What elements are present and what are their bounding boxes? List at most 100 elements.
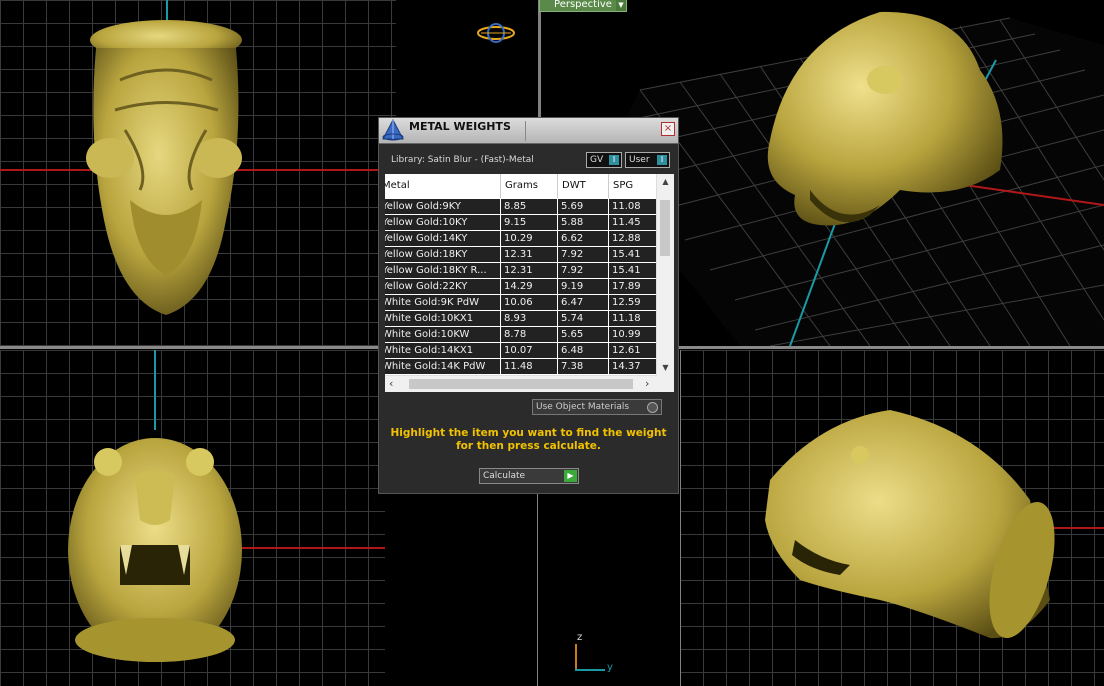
cell-grams: 8.78 <box>501 327 558 342</box>
chevron-down-icon[interactable]: ▼ <box>616 0 626 11</box>
lion-model-front[interactable] <box>0 0 396 346</box>
orbit-gizmo-icon[interactable] <box>475 22 517 44</box>
cell-dwt: 7.92 <box>558 247 609 262</box>
cell-dwt: 9.19 <box>558 279 609 294</box>
cell-grams: 8.93 <box>501 311 558 326</box>
cell-metal: Yellow Gold:18KY R... <box>385 263 501 278</box>
cell-metal: White Gold:10KX1 <box>385 311 501 326</box>
cell-spg: 14.37 <box>609 359 657 374</box>
scroll-down-icon[interactable]: ▼ <box>657 363 674 372</box>
table-body: Yellow Gold:9KY 8.85 5.69 11.08 Yellow Gold:… <box>385 199 657 375</box>
column-header-spg[interactable]: SPG <box>609 174 657 198</box>
table-row[interactable]: White Gold:10KX1 8.93 5.74 11.18 <box>385 311 657 327</box>
cell-dwt: 5.74 <box>558 311 609 326</box>
cell-metal: White Gold:14KX1 <box>385 343 501 358</box>
toggle-knob-icon: I <box>609 155 619 165</box>
table-row[interactable]: White Gold:14KX1 10.07 6.48 12.61 <box>385 343 657 359</box>
title-separator <box>525 121 526 141</box>
column-header-metal[interactable]: Metal <box>385 174 501 198</box>
viewport-top[interactable] <box>0 350 385 686</box>
cell-dwt: 7.38 <box>558 359 609 374</box>
cell-grams: 10.07 <box>501 343 558 358</box>
cell-spg: 12.61 <box>609 343 657 358</box>
table-row[interactable]: Yellow Gold:9KY 8.85 5.69 11.08 <box>385 199 657 215</box>
scroll-right-icon[interactable]: › <box>645 376 649 392</box>
library-label: Library: Satin Blur - (Fast)-Metal <box>391 155 534 165</box>
calculate-button[interactable]: Calculate ▶ <box>479 468 579 484</box>
cell-grams: 10.29 <box>501 231 558 246</box>
user-toggle-label: User <box>629 155 650 165</box>
column-header-dwt[interactable]: DWT <box>558 174 609 198</box>
cell-dwt: 6.62 <box>558 231 609 246</box>
instruction-text: Highlight the item you want to find the … <box>379 427 678 453</box>
table-row[interactable]: White Gold:9K PdW 10.06 6.47 12.59 <box>385 295 657 311</box>
gv-toggle-label: GV <box>590 155 604 165</box>
cell-spg: 12.59 <box>609 295 657 310</box>
cell-dwt: 5.69 <box>558 199 609 214</box>
viewport-label-tab[interactable]: Perspective <box>539 0 627 12</box>
cell-dwt: 7.92 <box>558 263 609 278</box>
cell-dwt: 6.47 <box>558 295 609 310</box>
cell-metal: White Gold:9K PdW <box>385 295 501 310</box>
vertical-scroll-thumb[interactable] <box>660 200 670 256</box>
dialog-title: METAL WEIGHTS <box>409 120 511 133</box>
cell-dwt: 5.65 <box>558 327 609 342</box>
play-arrow-icon: ▶ <box>564 470 577 482</box>
axis-gizmo: z y <box>573 632 613 674</box>
cell-dwt: 6.48 <box>558 343 609 358</box>
cell-grams: 9.15 <box>501 215 558 230</box>
cell-grams: 10.06 <box>501 295 558 310</box>
cell-grams: 12.31 <box>501 247 558 262</box>
cell-spg: 15.41 <box>609 263 657 278</box>
cell-spg: 15.41 <box>609 247 657 262</box>
lion-model-top[interactable] <box>0 350 385 686</box>
instruction-line-2: for then press calculate. <box>456 440 601 452</box>
viewport-right[interactable] <box>680 350 1104 686</box>
axis-y-label: y <box>607 662 613 673</box>
table-row[interactable]: Yellow Gold:14KY 10.29 6.62 12.88 <box>385 231 657 247</box>
scroll-up-icon[interactable]: ▲ <box>657 177 674 186</box>
table-row[interactable]: Yellow Gold:10KY 9.15 5.88 11.45 <box>385 215 657 231</box>
viewport-label: Perspective <box>554 0 612 10</box>
cell-grams: 8.85 <box>501 199 558 214</box>
cell-metal: Yellow Gold:14KY <box>385 231 501 246</box>
close-button[interactable]: × <box>661 122 675 136</box>
scroll-left-icon[interactable]: ‹ <box>389 376 393 392</box>
cell-metal: Yellow Gold:18KY <box>385 247 501 262</box>
gv-toggle[interactable]: GV I <box>586 152 622 168</box>
cell-grams: 14.29 <box>501 279 558 294</box>
cell-spg: 12.88 <box>609 231 657 246</box>
cell-metal: Yellow Gold:10KY <box>385 215 501 230</box>
user-toggle[interactable]: User I <box>625 152 670 168</box>
table-header: Metal Grams DWT SPG <box>385 174 657 198</box>
use-object-materials-label: Use Object Materials <box>536 402 630 412</box>
use-object-materials-option[interactable]: Use Object Materials <box>532 399 662 415</box>
viewport-gap: z y <box>385 494 680 686</box>
horizontal-scrollbar[interactable]: ‹ › <box>385 375 657 392</box>
tetrahedron-icon <box>382 119 404 141</box>
table-row[interactable]: Yellow Gold:18KY 12.31 7.92 15.41 <box>385 247 657 263</box>
table-row[interactable]: Yellow Gold:18KY R... 12.31 7.92 15.41 <box>385 263 657 279</box>
lion-model-side[interactable] <box>680 350 1104 686</box>
instruction-line-1: Highlight the item you want to find the … <box>390 427 667 439</box>
cell-spg: 11.45 <box>609 215 657 230</box>
table-row[interactable]: White Gold:14K PdW 11.48 7.38 14.37 <box>385 359 657 375</box>
toggle-knob-icon: I <box>657 155 667 165</box>
table-row[interactable]: White Gold:10KW 8.78 5.65 10.99 <box>385 327 657 343</box>
dialog-titlebar[interactable]: METAL WEIGHTS × <box>379 118 678 144</box>
cell-grams: 12.31 <box>501 263 558 278</box>
vertical-scrollbar[interactable]: ▲ ▼ <box>656 174 674 376</box>
radio-icon[interactable] <box>647 402 658 413</box>
table-row[interactable]: Yellow Gold:22KY 14.29 9.19 17.89 <box>385 279 657 295</box>
cell-metal: Yellow Gold:22KY <box>385 279 501 294</box>
cell-spg: 10.99 <box>609 327 657 342</box>
cell-dwt: 5.88 <box>558 215 609 230</box>
viewport-front[interactable] <box>0 0 396 346</box>
metal-weights-dialog: METAL WEIGHTS × Library: Satin Blur - (F… <box>378 117 679 494</box>
column-header-grams[interactable]: Grams <box>501 174 558 198</box>
cell-metal: White Gold:10KW <box>385 327 501 342</box>
cell-spg: 17.89 <box>609 279 657 294</box>
cell-spg: 11.18 <box>609 311 657 326</box>
metal-table[interactable]: Metal Grams DWT SPG Yellow Gold:9KY8.855… <box>385 174 674 392</box>
horizontal-scroll-thumb[interactable] <box>409 379 633 389</box>
